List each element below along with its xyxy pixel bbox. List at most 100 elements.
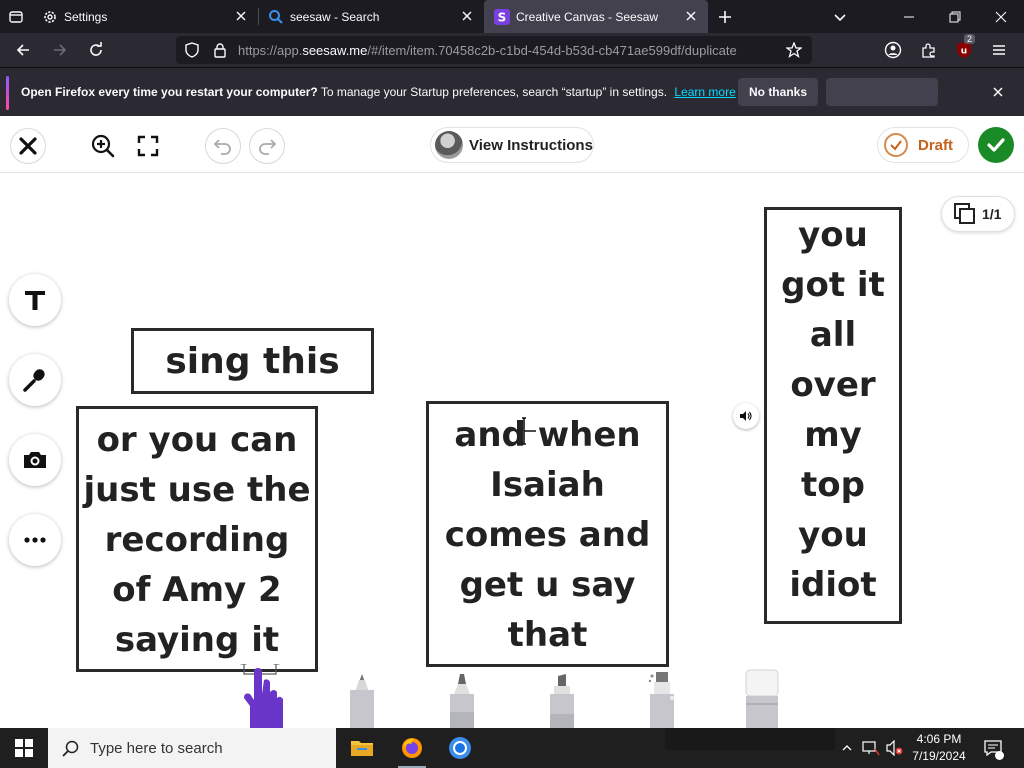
text-line: Isaiah <box>490 465 605 505</box>
text-line: comes and <box>444 515 651 555</box>
chevron-down-icon[interactable] <box>830 7 850 27</box>
chrome-app[interactable] <box>436 728 484 768</box>
close-tab-icon[interactable] <box>460 9 474 23</box>
text-line: idiot <box>789 565 877 605</box>
notification-title: Open Firefox every time you restart your… <box>21 85 318 99</box>
microphone-tool-button[interactable] <box>9 354 61 406</box>
ublock-extension-icon[interactable]: u 2 <box>951 34 977 62</box>
camera-tool-button[interactable] <box>9 434 61 486</box>
url-text[interactable]: https://app.seesaw.me/#/item/item.70458c… <box>238 43 758 58</box>
canvas-toolbar: View Instructions Draft <box>0 116 1024 173</box>
start-button[interactable] <box>0 728 48 768</box>
eraser-tool[interactable] <box>744 668 780 728</box>
marker-tool[interactable] <box>544 672 580 728</box>
tray-chevron-up-icon[interactable] <box>838 728 856 768</box>
forward-icon[interactable] <box>47 38 73 62</box>
restore-icon[interactable] <box>932 0 978 33</box>
startup-notification-bar: Open Firefox every time you restart your… <box>0 67 1024 116</box>
extension-badge: 2 <box>964 34 976 44</box>
pen-icon <box>450 674 474 728</box>
text-t-icon <box>25 291 45 310</box>
notification-count-badge <box>995 751 1004 760</box>
bookmark-star-icon[interactable] <box>785 41 803 59</box>
notification-action-button[interactable] <box>826 78 938 106</box>
tracking-shield-icon[interactable] <box>184 42 200 58</box>
notification-message: Open Firefox every time you restart your… <box>21 85 736 99</box>
account-icon[interactable] <box>880 38 906 62</box>
text-line: you <box>798 515 868 555</box>
text-line: that <box>507 615 588 655</box>
text-line: saying it <box>114 620 280 660</box>
submit-check-button[interactable] <box>978 127 1014 163</box>
search-icon <box>268 9 284 25</box>
lock-icon[interactable] <box>212 42 228 58</box>
text-line: over <box>790 365 876 405</box>
close-window-icon[interactable] <box>978 0 1024 33</box>
learn-more-link[interactable]: Learn more <box>674 85 735 99</box>
undo-button[interactable] <box>205 128 241 164</box>
spray-tool[interactable] <box>644 668 680 728</box>
draft-button[interactable]: Draft <box>877 127 969 163</box>
no-thanks-button[interactable]: No thanks <box>738 78 818 106</box>
url-path: /#/item/item.70458c2b-c1bd-454d-b53d-cb4… <box>367 43 737 58</box>
text-line: my <box>804 415 862 455</box>
pen-tool[interactable] <box>444 672 480 728</box>
minimize-icon[interactable] <box>886 0 932 33</box>
text-box-isaiah[interactable]: and when Isaiah comes and get u say that <box>426 401 669 667</box>
address-bar[interactable]: https://app.seesaw.me/#/item/item.70458c… <box>176 36 812 64</box>
text-box-you-got-it[interactable]: you got it all over my top you idiot <box>764 207 902 624</box>
page-indicator-button[interactable]: 1/1 <box>941 196 1015 232</box>
windows-taskbar: Type here to search 4:06 PM 7/19/2024 <box>0 728 1024 768</box>
seesaw-logo-icon: S <box>494 8 510 25</box>
hamburger-menu-icon[interactable] <box>986 38 1012 62</box>
text-box-sing-this[interactable]: sing this <box>131 328 374 394</box>
text-tool-button[interactable] <box>9 274 61 326</box>
more-tools-button[interactable] <box>9 514 61 566</box>
pencil-tool[interactable] <box>344 672 380 728</box>
text-line: got it <box>781 265 885 305</box>
back-icon[interactable] <box>10 38 36 62</box>
reload-icon[interactable] <box>83 38 109 62</box>
tab-seesaw-search[interactable]: seesaw - Search <box>258 0 484 33</box>
url-prefix: https://app. <box>238 43 303 58</box>
close-canvas-button[interactable] <box>10 128 46 164</box>
view-instructions-button[interactable]: View Instructions <box>430 127 594 163</box>
redo-button[interactable] <box>249 128 285 164</box>
audio-playback-button[interactable] <box>733 403 759 429</box>
extensions-icon[interactable] <box>916 38 942 62</box>
zoom-button[interactable] <box>85 128 121 164</box>
fullscreen-button[interactable] <box>130 128 166 164</box>
text-line: top <box>801 465 865 505</box>
file-explorer-app[interactable] <box>338 728 386 768</box>
text-box-content: or you can just use the recording of Amy… <box>83 415 310 665</box>
search-placeholder: Type here to search <box>90 739 223 757</box>
notification-accent <box>6 76 9 110</box>
firefox-icon <box>402 738 422 758</box>
notification-center-icon[interactable] <box>980 728 1006 768</box>
network-icon[interactable] <box>860 728 882 768</box>
text-box-recording[interactable]: or you can just use the recording of Amy… <box>76 406 318 672</box>
close-notification-icon[interactable] <box>990 84 1006 100</box>
browser-tab-bar: Settings seesaw - Search S Creative Canv… <box>0 0 1024 33</box>
hand-pointer-tool[interactable] <box>240 664 290 728</box>
fullscreen-icon <box>137 135 159 157</box>
text-line: or you can <box>96 420 298 460</box>
svg-text:u: u <box>961 47 967 57</box>
page-count: 1/1 <box>982 206 1002 222</box>
checkmark-icon <box>987 138 1005 152</box>
more-dots-icon <box>24 537 46 543</box>
search-icon <box>62 740 79 757</box>
taskbar-search-box[interactable]: Type here to search <box>48 728 336 768</box>
tab-settings[interactable]: Settings <box>32 0 258 33</box>
close-tab-icon[interactable] <box>234 9 248 23</box>
view-instructions-label: View Instructions <box>469 136 593 154</box>
notification-body: To manage your Startup preferences, sear… <box>320 85 668 99</box>
new-tab-icon[interactable] <box>714 6 736 28</box>
firefox-view-icon[interactable] <box>0 0 32 33</box>
chrome-icon <box>449 737 471 759</box>
tab-creative-canvas[interactable]: S Creative Canvas - Seesaw <box>484 0 708 33</box>
close-tab-icon[interactable] <box>684 9 698 23</box>
taskbar-clock[interactable]: 4:06 PM 7/19/2024 <box>900 731 978 765</box>
text-line: get u say <box>459 565 636 605</box>
firefox-app[interactable] <box>388 728 436 768</box>
